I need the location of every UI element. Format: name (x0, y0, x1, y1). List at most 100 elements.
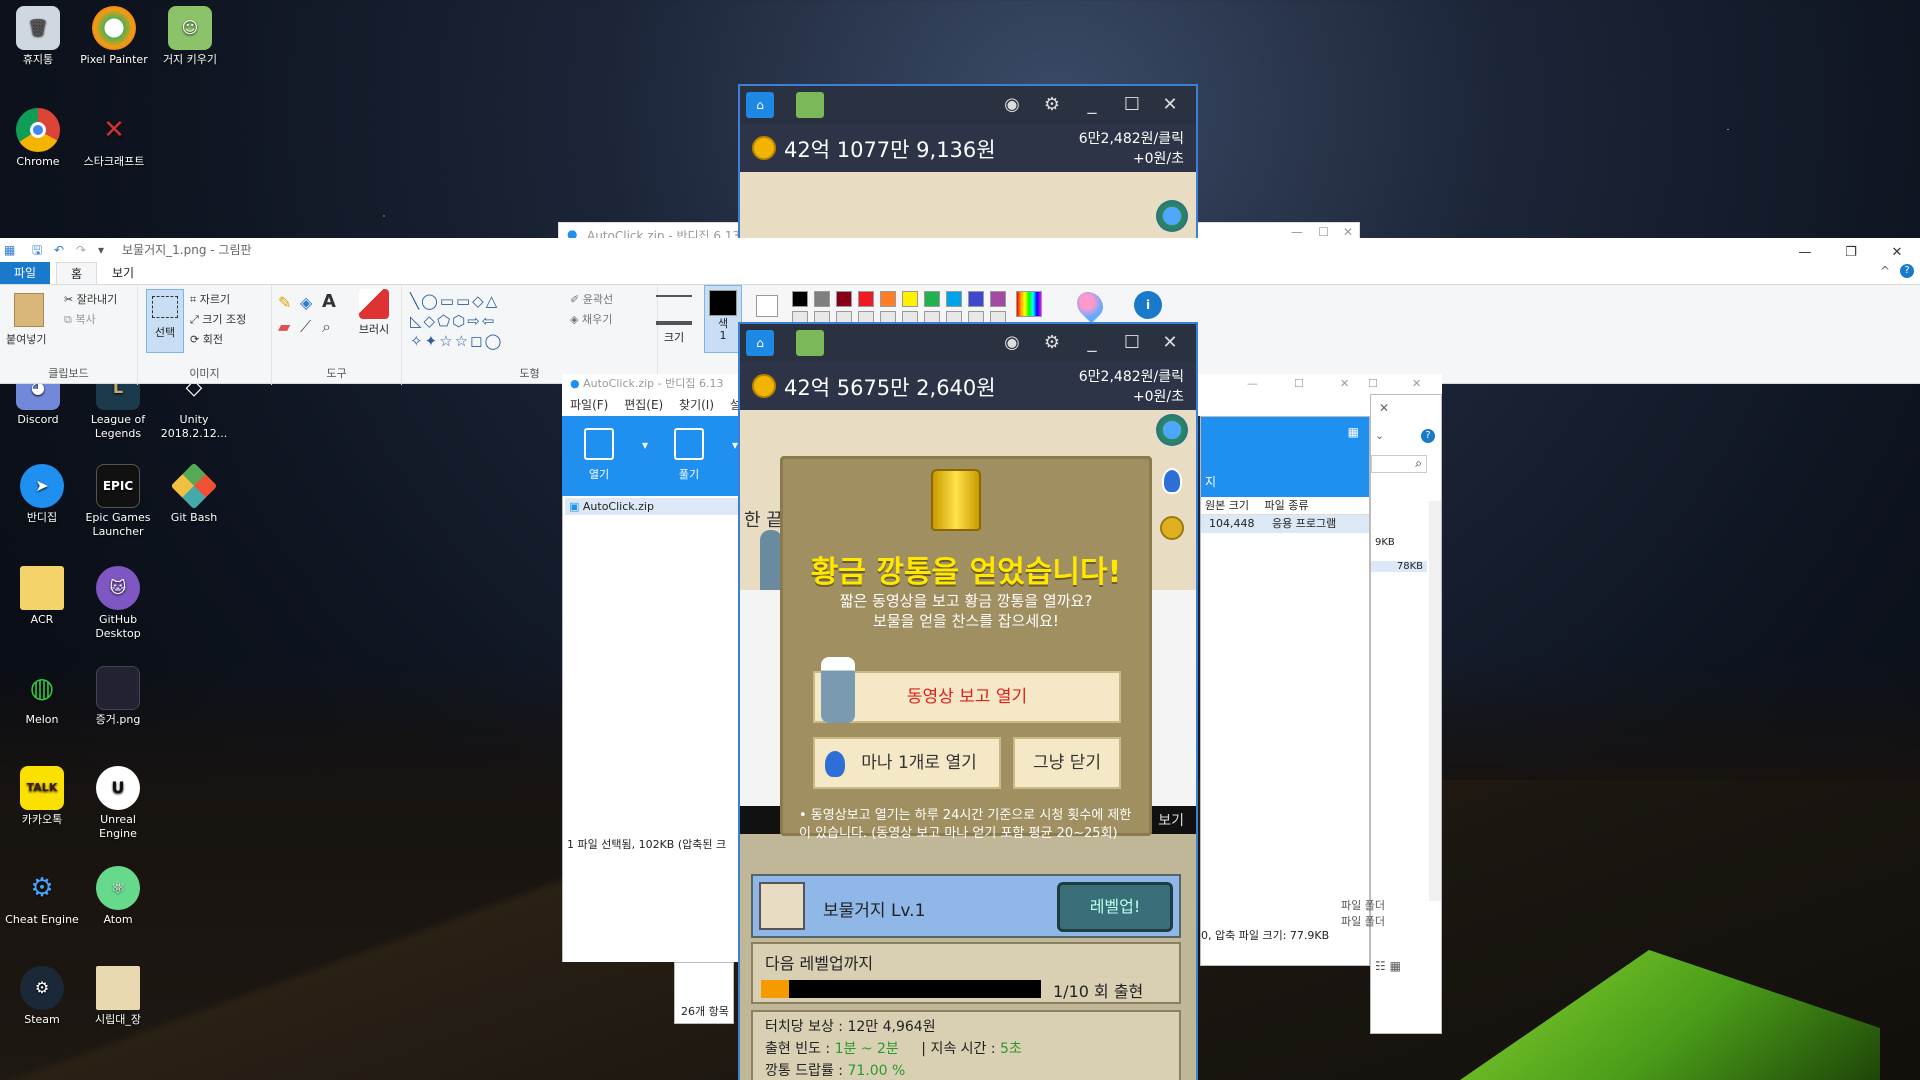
close-modal-button[interactable]: 그냥 닫기 (1013, 737, 1121, 789)
medal-icon[interactable] (1160, 516, 1184, 540)
game-app-icon[interactable] (796, 92, 824, 118)
select-button[interactable]: 선택 (146, 289, 184, 353)
palette-swatch[interactable] (792, 291, 808, 307)
watch-video-button[interactable]: 동영상 보고 열기 (813, 657, 1121, 723)
help-icon[interactable]: ? (1900, 264, 1914, 278)
edit-colors-icon[interactable] (1016, 291, 1042, 317)
open-button[interactable]: 열기 (572, 428, 626, 482)
scene-tab-partial[interactable]: 보기 (1158, 810, 1184, 830)
close-button[interactable]: ✕ (1343, 225, 1353, 239)
maximize-icon[interactable]: ☐ (1118, 91, 1146, 119)
color1-button[interactable]: 색 1 (704, 285, 742, 353)
palette-swatch[interactable] (968, 291, 984, 307)
open-dropdown-icon[interactable]: ▾ (642, 438, 648, 452)
brushes-button[interactable]: 브러시 (354, 287, 394, 357)
paste-button[interactable]: 붙여넣기 (6, 331, 46, 347)
search-input[interactable]: ⌕ (1371, 455, 1427, 473)
redo-icon[interactable]: ↷ (76, 238, 86, 262)
paint3d-icon[interactable] (1071, 286, 1109, 324)
minimize-button[interactable]: — (1247, 374, 1258, 394)
eraser-icon[interactable]: ▰ (278, 317, 290, 336)
tab-home[interactable]: 홈 (56, 262, 98, 284)
desktop-icon-beggar-game[interactable]: ☺ 거지 키우기 (152, 6, 228, 67)
column-type[interactable]: 파일 종류 (1264, 499, 1308, 512)
desktop-icon-cheat-engine[interactable]: ⚙ Cheat Engine (4, 866, 80, 927)
globe-icon[interactable] (1156, 414, 1188, 446)
desktop-icon-unreal[interactable]: U Unreal Engine (80, 766, 156, 841)
game-app-icon[interactable] (796, 330, 824, 356)
gear-icon[interactable]: ⚙ (1038, 91, 1066, 119)
fill-icon[interactable]: ◈ (300, 293, 312, 312)
tab-view[interactable]: 보기 (98, 262, 148, 284)
desktop-icon-recycle-bin[interactable]: 🗑 휴지통 (0, 6, 76, 67)
palette-swatch[interactable] (990, 291, 1006, 307)
help-icon[interactable]: ? (1421, 429, 1435, 443)
record-icon[interactable]: ◉ (998, 91, 1026, 119)
menu-file[interactable]: 파일(F) (570, 398, 608, 412)
maximize-icon[interactable]: ☐ (1118, 329, 1146, 357)
close-icon[interactable]: ✕ (1156, 329, 1184, 357)
palette-swatch[interactable] (946, 291, 962, 307)
game-window-back[interactable]: ⌂ ◉ ⚙ _ ☐ ✕ 42억 1077만 9,136원 6만2,482원/클릭… (738, 84, 1198, 246)
color2-swatch[interactable] (756, 295, 778, 317)
home-icon[interactable]: ⌂ (746, 330, 774, 356)
close-button-2[interactable]: ✕ (1412, 374, 1421, 394)
text-icon[interactable]: A (322, 291, 336, 312)
undo-icon[interactable]: ↶ (54, 238, 64, 262)
rotate-button[interactable]: ⟳ 회전 (190, 331, 223, 347)
paste-icon[interactable] (14, 293, 44, 327)
column-size[interactable]: 원본 크기 (1205, 499, 1249, 512)
menu-edit[interactable]: 편집(E) (624, 398, 663, 412)
menu-find[interactable]: 찾기(I) (679, 398, 714, 412)
globe-icon[interactable] (1156, 200, 1188, 232)
table-row[interactable]: 104,448 응용 프로그램 (1201, 515, 1369, 533)
desktop-icon-epic[interactable]: EPIC Epic Games Launcher (80, 464, 156, 539)
pencil-icon[interactable]: ✎ (278, 293, 291, 312)
quick-access-dropdown-icon[interactable]: ▾ (98, 238, 104, 262)
maximize-button[interactable]: ☐ (1318, 225, 1329, 239)
fill-shape-button[interactable]: ◈ 채우기 (570, 311, 612, 327)
minimize-icon[interactable]: _ (1078, 91, 1106, 119)
explorer-close-icon[interactable]: ✕ (1379, 401, 1389, 415)
size-button[interactable]: 크기 (656, 289, 692, 353)
view-toggle-icon[interactable]: ▦ (1348, 425, 1359, 439)
close-button[interactable]: ✕ (1340, 374, 1349, 394)
maximize-button-2[interactable]: ☐ (1368, 374, 1378, 394)
desktop-icon-evidence-png[interactable]: 증거.png (80, 666, 156, 727)
mana-potion-icon[interactable] (1162, 468, 1182, 494)
palette-swatch[interactable] (880, 291, 896, 307)
desktop-icon-acr[interactable]: ACR (4, 566, 80, 627)
chevron-down-icon[interactable]: ⌄ (1375, 429, 1384, 442)
record-icon[interactable]: ◉ (998, 329, 1026, 357)
levelup-button[interactable]: 레벨업! (1057, 882, 1173, 932)
ribbon-collapse-icon[interactable]: ^ (1880, 264, 1890, 278)
scrollbar[interactable] (1429, 501, 1441, 901)
desktop-icon-github[interactable]: 🐱 GitHub Desktop (80, 566, 156, 641)
file-size-selected[interactable]: 78KB (1371, 561, 1427, 572)
resize-button[interactable]: ⤢ 크기 조정 (190, 311, 246, 327)
desktop-icon-steam[interactable]: ⚙ Steam (4, 966, 80, 1027)
details-view-icon[interactable]: ☷ ▦ (1375, 959, 1401, 973)
magnifier-icon[interactable]: ⌕ (322, 317, 331, 337)
desktop-icon-atom[interactable]: ⚛ Atom (80, 866, 156, 927)
palette-swatch[interactable] (924, 291, 940, 307)
mana-open-button[interactable]: 마나 1개로 열기 (813, 737, 1001, 789)
desktop-icon-pixel-painter[interactable]: Pixel Painter (76, 6, 152, 67)
desktop-icon-melon[interactable]: ◍ Melon (4, 666, 80, 727)
home-icon[interactable]: ⌂ (746, 92, 774, 118)
palette-swatch[interactable] (814, 291, 830, 307)
info-icon[interactable]: i (1134, 291, 1162, 319)
desktop-icon-kakaotalk[interactable]: TALK 카카오톡 (4, 766, 80, 827)
copy-button[interactable]: ⧉ 복사 (64, 311, 96, 327)
save-icon[interactable]: 🖫 (32, 238, 42, 262)
palette-swatch[interactable] (858, 291, 874, 307)
shapes-gallery-icon[interactable]: ╲◯▭▭◇△ ◺◇⬠⬡⇨⇦ ✧✦☆☆◻◯ (410, 291, 560, 351)
tab-file[interactable]: 파일 (0, 262, 51, 284)
desktop-icon-chrome[interactable]: Chrome (0, 108, 76, 169)
desktop-icon-git-bash[interactable]: Git Bash (156, 462, 232, 525)
gear-icon[interactable]: ⚙ (1038, 329, 1066, 357)
maximize-button[interactable]: ☐ (1294, 374, 1304, 394)
palette-swatch[interactable] (836, 291, 852, 307)
desktop-icon-starcraft[interactable]: ✕ 스타크래프트 (76, 108, 152, 169)
crop-button[interactable]: ⌗ 자르기 (190, 291, 230, 307)
